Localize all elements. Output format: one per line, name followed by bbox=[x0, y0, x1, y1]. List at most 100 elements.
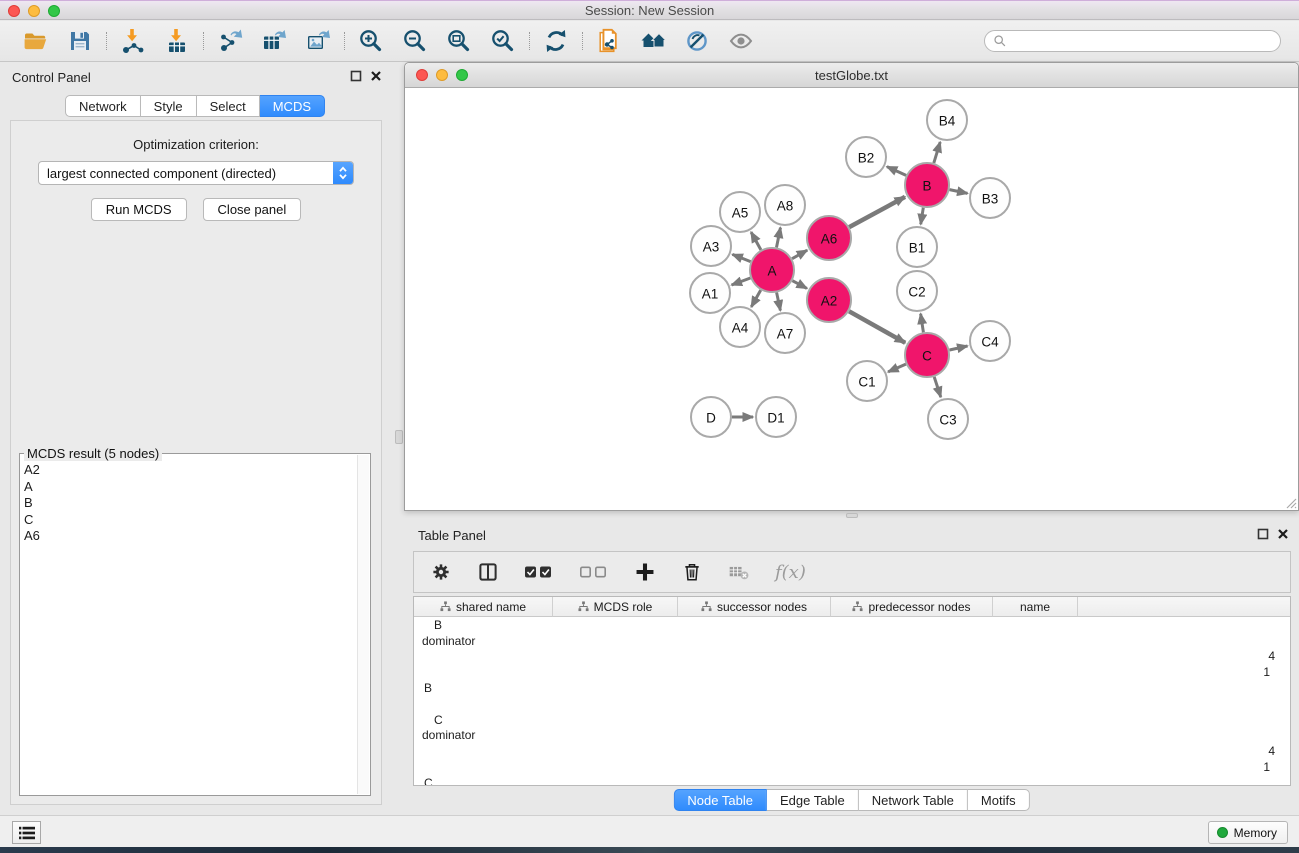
resize-grip-icon[interactable] bbox=[1285, 497, 1297, 509]
export-image-icon[interactable] bbox=[304, 27, 332, 55]
open-file-icon[interactable] bbox=[22, 27, 50, 55]
graph-node-C3[interactable]: C3 bbox=[928, 399, 968, 439]
graph-node-A1[interactable]: A1 bbox=[690, 273, 730, 313]
network-close-button[interactable] bbox=[416, 69, 428, 81]
graph-node-C4[interactable]: C4 bbox=[970, 321, 1010, 361]
import-network-icon[interactable] bbox=[119, 27, 147, 55]
search-field[interactable] bbox=[984, 30, 1281, 52]
network-window-titlebar[interactable]: testGlobe.txt bbox=[405, 63, 1298, 88]
graph-node-A5[interactable]: A5 bbox=[720, 192, 760, 232]
table-cell[interactable]: dominator bbox=[414, 728, 1290, 744]
network-zoom-button[interactable] bbox=[456, 69, 468, 81]
import-table-icon[interactable] bbox=[163, 27, 191, 55]
graph-node-A2[interactable]: A2 bbox=[807, 278, 851, 322]
graph-edge-A-A8[interactable] bbox=[777, 228, 781, 248]
graph-node-A4[interactable]: A4 bbox=[720, 307, 760, 347]
graph-edge-C-C1[interactable] bbox=[888, 364, 906, 372]
gear-icon[interactable] bbox=[430, 561, 452, 583]
network-canvas[interactable]: B4B2BB3A8A5A6A3B1AC2A1A2A4A7C4CC1C3DD1 bbox=[405, 88, 1298, 510]
graph-edge-A-A3[interactable] bbox=[732, 254, 750, 261]
criterion-dropdown[interactable]: largest connected component (directed) bbox=[38, 161, 354, 185]
table-cell[interactable]: dominator bbox=[414, 633, 1290, 649]
graph-node-B3[interactable]: B3 bbox=[970, 178, 1010, 218]
tab-network[interactable]: Network bbox=[65, 95, 141, 117]
deselect-all-icon[interactable] bbox=[579, 564, 609, 580]
graph-node-A6[interactable]: A6 bbox=[807, 216, 851, 260]
vertical-splitter-handle[interactable] bbox=[395, 430, 403, 444]
table-cell[interactable]: B bbox=[414, 680, 1290, 696]
network-document-icon[interactable] bbox=[595, 27, 623, 55]
add-row-icon[interactable] bbox=[634, 561, 656, 583]
tab-style[interactable]: Style bbox=[141, 95, 197, 117]
eye-icon[interactable] bbox=[727, 27, 755, 55]
graph-node-C[interactable]: C bbox=[905, 333, 949, 377]
close-panel-button[interactable]: Close panel bbox=[203, 198, 302, 221]
result-item[interactable]: A2 bbox=[24, 462, 356, 479]
column-header-MCDS-role[interactable]: MCDS role bbox=[553, 597, 678, 617]
search-input[interactable] bbox=[1012, 34, 1272, 48]
refresh-icon[interactable] bbox=[542, 27, 570, 55]
close-table-panel-icon[interactable] bbox=[1277, 528, 1289, 540]
graph-edge-A2-C[interactable] bbox=[849, 311, 905, 343]
tab-select[interactable]: Select bbox=[197, 95, 260, 117]
horizontal-splitter-handle[interactable] bbox=[846, 513, 858, 518]
result-item[interactable]: A bbox=[24, 479, 356, 496]
result-item[interactable]: A6 bbox=[24, 528, 356, 545]
column-header-shared-name[interactable]: shared name bbox=[414, 597, 553, 617]
column-header-successor-nodes[interactable]: successor nodes bbox=[678, 597, 831, 617]
graph-node-B1[interactable]: B1 bbox=[897, 227, 937, 267]
select-all-icon[interactable] bbox=[524, 564, 554, 580]
graph-edge-A-A1[interactable] bbox=[732, 278, 751, 285]
graph-edge-A-A4[interactable] bbox=[751, 290, 760, 307]
zoom-in-icon[interactable] bbox=[357, 27, 385, 55]
graph-node-D1[interactable]: D1 bbox=[756, 397, 796, 437]
table-cell[interactable]: 4 bbox=[414, 743, 1290, 759]
result-scrollbar[interactable] bbox=[357, 455, 369, 794]
close-window-button[interactable] bbox=[8, 5, 20, 17]
graph-edge-A6-B[interactable] bbox=[849, 197, 905, 227]
result-item[interactable]: C bbox=[24, 512, 356, 529]
graph-edge-A-A7[interactable] bbox=[777, 293, 781, 311]
export-table-icon[interactable] bbox=[260, 27, 288, 55]
delete-row-icon[interactable] bbox=[681, 561, 703, 583]
zoom-fit-icon[interactable] bbox=[445, 27, 473, 55]
task-history-button[interactable] bbox=[12, 821, 41, 844]
save-icon[interactable] bbox=[66, 27, 94, 55]
columns-icon[interactable] bbox=[477, 561, 499, 583]
table-cell[interactable]: 4 bbox=[414, 649, 1290, 665]
table-cell[interactable]: B bbox=[414, 617, 1290, 633]
graph-edge-C-C2[interactable] bbox=[921, 314, 924, 333]
graph-node-C1[interactable]: C1 bbox=[847, 361, 887, 401]
graph-node-B[interactable]: B bbox=[905, 163, 949, 207]
zoom-selected-icon[interactable] bbox=[489, 27, 517, 55]
tab-mcds[interactable]: MCDS bbox=[260, 95, 325, 117]
table-cell[interactable]: C bbox=[414, 775, 1290, 786]
export-network-icon[interactable] bbox=[216, 27, 244, 55]
zoom-out-icon[interactable] bbox=[401, 27, 429, 55]
graph-edge-B-B1[interactable] bbox=[921, 208, 924, 225]
tab-motifs[interactable]: Motifs bbox=[968, 789, 1030, 811]
graph-node-A8[interactable]: A8 bbox=[765, 185, 805, 225]
graph-node-A[interactable]: A bbox=[750, 248, 794, 292]
graph-edge-B-B4[interactable] bbox=[934, 142, 940, 163]
graph-node-B2[interactable]: B2 bbox=[846, 137, 886, 177]
tab-network-table[interactable]: Network Table bbox=[859, 789, 968, 811]
graph-node-B4[interactable]: B4 bbox=[927, 100, 967, 140]
graph-edge-C-C3[interactable] bbox=[934, 377, 941, 397]
tab-node-table[interactable]: Node Table bbox=[673, 789, 767, 811]
graph-edge-A-A5[interactable] bbox=[751, 232, 761, 250]
graph-node-A3[interactable]: A3 bbox=[691, 226, 731, 266]
minimize-window-button[interactable] bbox=[28, 5, 40, 17]
zoom-window-button[interactable] bbox=[48, 5, 60, 17]
graph-edge-C-C4[interactable] bbox=[950, 346, 968, 350]
graph-edge-B-B3[interactable] bbox=[950, 190, 968, 194]
memory-button[interactable]: Memory bbox=[1208, 821, 1288, 844]
graph-edge-B-B2[interactable] bbox=[887, 167, 906, 176]
float-table-panel-icon[interactable] bbox=[1257, 528, 1269, 540]
graph-edge-A-A6[interactable] bbox=[792, 250, 807, 259]
result-item[interactable]: B bbox=[24, 495, 356, 512]
vizmap-off-icon[interactable] bbox=[683, 27, 711, 55]
graph-node-C2[interactable]: C2 bbox=[897, 271, 937, 311]
home-icon[interactable] bbox=[639, 27, 667, 55]
table-cell[interactable]: C bbox=[414, 712, 1290, 728]
